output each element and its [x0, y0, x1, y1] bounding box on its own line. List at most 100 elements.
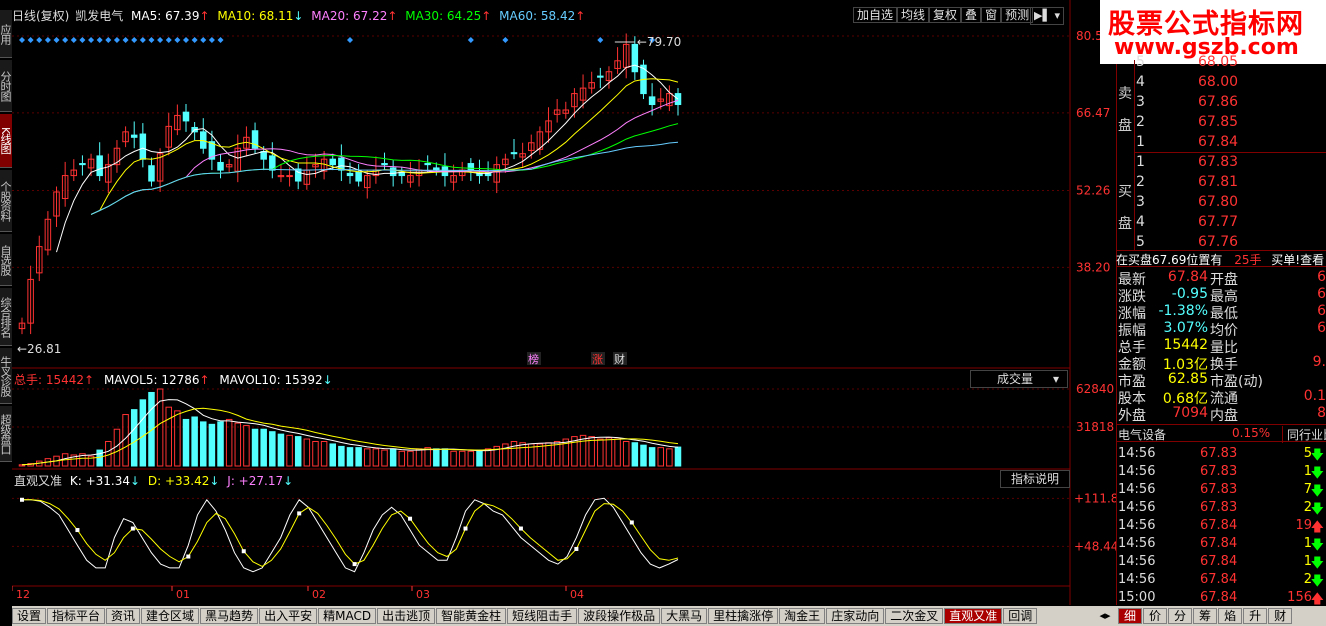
panel-tab[interactable]: 焰 — [1218, 608, 1243, 624]
indicator-tab[interactable]: 庄家动向 — [826, 608, 885, 624]
indicator-tab[interactable]: 设置 — [12, 608, 47, 624]
indicator-d: D: +33.42 — [147, 474, 210, 488]
sell-level-row[interactable]: 1 67.84 — [1118, 134, 1326, 151]
indicator-tab[interactable]: 淘金王 — [779, 608, 826, 624]
volume-bar — [545, 442, 552, 467]
indicator-tab[interactable]: 直观又准 — [944, 608, 1003, 624]
trade-price: 67.84 — [1200, 590, 1238, 605]
level-number: 3 — [1136, 194, 1145, 210]
sector-bar[interactable]: 电气设备 0.15% 同行业比 — [1116, 424, 1326, 443]
indicator-tab[interactable]: 回调 — [1003, 608, 1038, 624]
xaxis-label: 04 — [570, 588, 584, 601]
volume-bar — [346, 447, 354, 467]
volume-bar — [614, 438, 621, 467]
quote-row: 外盘 7094 内盘 8 — [1118, 405, 1326, 424]
volume-bar — [415, 448, 423, 467]
quote-label-2: 内盘 — [1210, 408, 1238, 424]
indicator-tab[interactable]: 建仓区域 — [141, 608, 200, 624]
quote-value: 15442 — [1163, 337, 1208, 353]
indicator-header: 直观又准 K: +31.34↓ D: +33.42↓ J: +27.17↓ — [14, 472, 293, 489]
left-tab-5[interactable]: 综合排名 — [0, 288, 12, 346]
notice-button[interactable]: 买单!查看 — [1271, 253, 1324, 266]
tab-scroll-arrows[interactable]: ◂▸ — [1092, 606, 1118, 626]
kdj-marker — [352, 562, 357, 567]
indicator-tab[interactable]: 智能黄金柱 — [436, 608, 507, 624]
quote-row: 振幅 3.07% 均价 6 — [1118, 320, 1326, 339]
panel-tab[interactable]: 细 — [1118, 608, 1143, 624]
candle-body — [424, 163, 431, 166]
indicator-tab[interactable]: 黑马趋势 — [200, 608, 259, 624]
volume-bar — [381, 449, 388, 467]
sell-level-row[interactable]: 2 67.85 — [1118, 114, 1326, 131]
order-notice[interactable]: 在买盘67.69位置有 25手 买单!查看 — [1116, 250, 1326, 267]
trade-time: 14:56 — [1118, 536, 1156, 551]
volume-bar — [510, 440, 518, 467]
panel-tab[interactable]: 财 — [1268, 608, 1293, 624]
buy-level-row[interactable]: 3 67.80 — [1118, 194, 1326, 211]
candle-body — [260, 151, 267, 160]
kdj-marker — [75, 528, 80, 533]
volume-bar — [372, 448, 380, 467]
signal-diamond-icon — [174, 37, 181, 43]
volume-bar — [389, 448, 397, 467]
left-tab-6[interactable]: 牛叉诊股 — [0, 348, 12, 404]
panel-tab[interactable]: 筹 — [1193, 608, 1218, 624]
trade-price: 67.83 — [1200, 482, 1238, 497]
indicator-tab[interactable]: 资讯 — [106, 608, 141, 624]
indicator-tab[interactable]: 短线阻击手 — [507, 608, 578, 624]
candle-body — [286, 175, 293, 178]
left-tab-7[interactable]: 超级盘口 — [0, 406, 12, 462]
panel-tab[interactable]: 分 — [1168, 608, 1193, 624]
volume-indicator-select[interactable]: 成交量 ▾ — [970, 370, 1068, 388]
kline-chart[interactable]: 80.5366.4752.2638.20←79.70←26.81榜涨财62840… — [12, 0, 1116, 605]
indicator-tab[interactable]: 二次金叉 — [885, 608, 944, 624]
quote-row: 股本 0.68亿 流通 0.1 — [1118, 388, 1326, 407]
indicator-tab[interactable]: 波段操作极品 — [578, 608, 661, 624]
left-tab-2[interactable]: K线图 — [0, 114, 12, 168]
candle-body — [329, 158, 336, 166]
indicator-tab[interactable]: 出入平安 — [259, 608, 318, 624]
indicator-tab[interactable]: 里柱擒涨停 — [708, 608, 779, 624]
quote-value-2: 0.1 — [1303, 388, 1326, 404]
indicator-name[interactable]: 直观又准 — [14, 474, 62, 488]
panel-tab[interactable]: 升 — [1243, 608, 1268, 624]
low-price-label: ←26.81 — [17, 342, 61, 356]
candle-body — [597, 75, 604, 78]
indicator-tab[interactable]: 出击逃顶 — [377, 608, 436, 624]
signal-diamond-icon — [217, 37, 224, 43]
sell-level-row[interactable]: 3 67.86 — [1118, 94, 1326, 111]
buy-level-row[interactable]: 4 67.77 — [1118, 214, 1326, 231]
panel-tab[interactable]: 价 — [1143, 608, 1168, 624]
volume-bar — [269, 431, 276, 467]
peer-compare[interactable]: 同行业比 — [1282, 426, 1326, 443]
buy-level-row[interactable]: 1 67.83 — [1118, 154, 1326, 171]
left-tab-4[interactable]: 自选股 — [0, 234, 12, 286]
signal-diamond-icon — [597, 37, 604, 43]
volume-bar — [191, 416, 198, 467]
buy-level-row[interactable]: 2 67.81 — [1118, 174, 1326, 191]
volume-bar — [536, 443, 544, 467]
left-tab-3[interactable]: 个股资料 — [0, 170, 12, 232]
left-tab-0[interactable]: 应用 — [0, 10, 12, 58]
indicator-help-button[interactable]: 指标说明 — [1000, 470, 1070, 488]
level-price: 67.85 — [1198, 114, 1239, 130]
indicator-tab[interactable]: 指标平台 — [47, 608, 106, 624]
indicator-tab[interactable]: 精MACD — [318, 608, 377, 624]
left-tab-1[interactable]: 分时图 — [0, 60, 12, 112]
k-down-icon: ↓ — [129, 474, 141, 488]
volume-bar — [182, 418, 190, 467]
sell-level-row[interactable]: 4 68.00 — [1118, 74, 1326, 91]
trade-row: 14:56 67.83 5 🡇 — [1118, 446, 1326, 464]
sell-level-row[interactable]: 5 68.05 — [1118, 54, 1326, 71]
trade-row: 14:56 67.84 19 🡅 — [1118, 518, 1326, 536]
event-tag: 涨 — [592, 353, 603, 366]
quote-value: -0.95 — [1171, 286, 1208, 302]
signal-diamond-icon — [502, 37, 509, 43]
volume-bar — [243, 425, 250, 467]
volume-bar — [407, 450, 414, 467]
buy-level-row[interactable]: 5 67.76 — [1118, 234, 1326, 251]
volume-header: 总手: 15442↑ MAVOL5: 12786↑ MAVOL10: 15392… — [14, 371, 333, 388]
volume-bar — [657, 447, 664, 467]
candle-body — [467, 163, 475, 171]
indicator-tab[interactable]: 大黑马 — [661, 608, 708, 624]
